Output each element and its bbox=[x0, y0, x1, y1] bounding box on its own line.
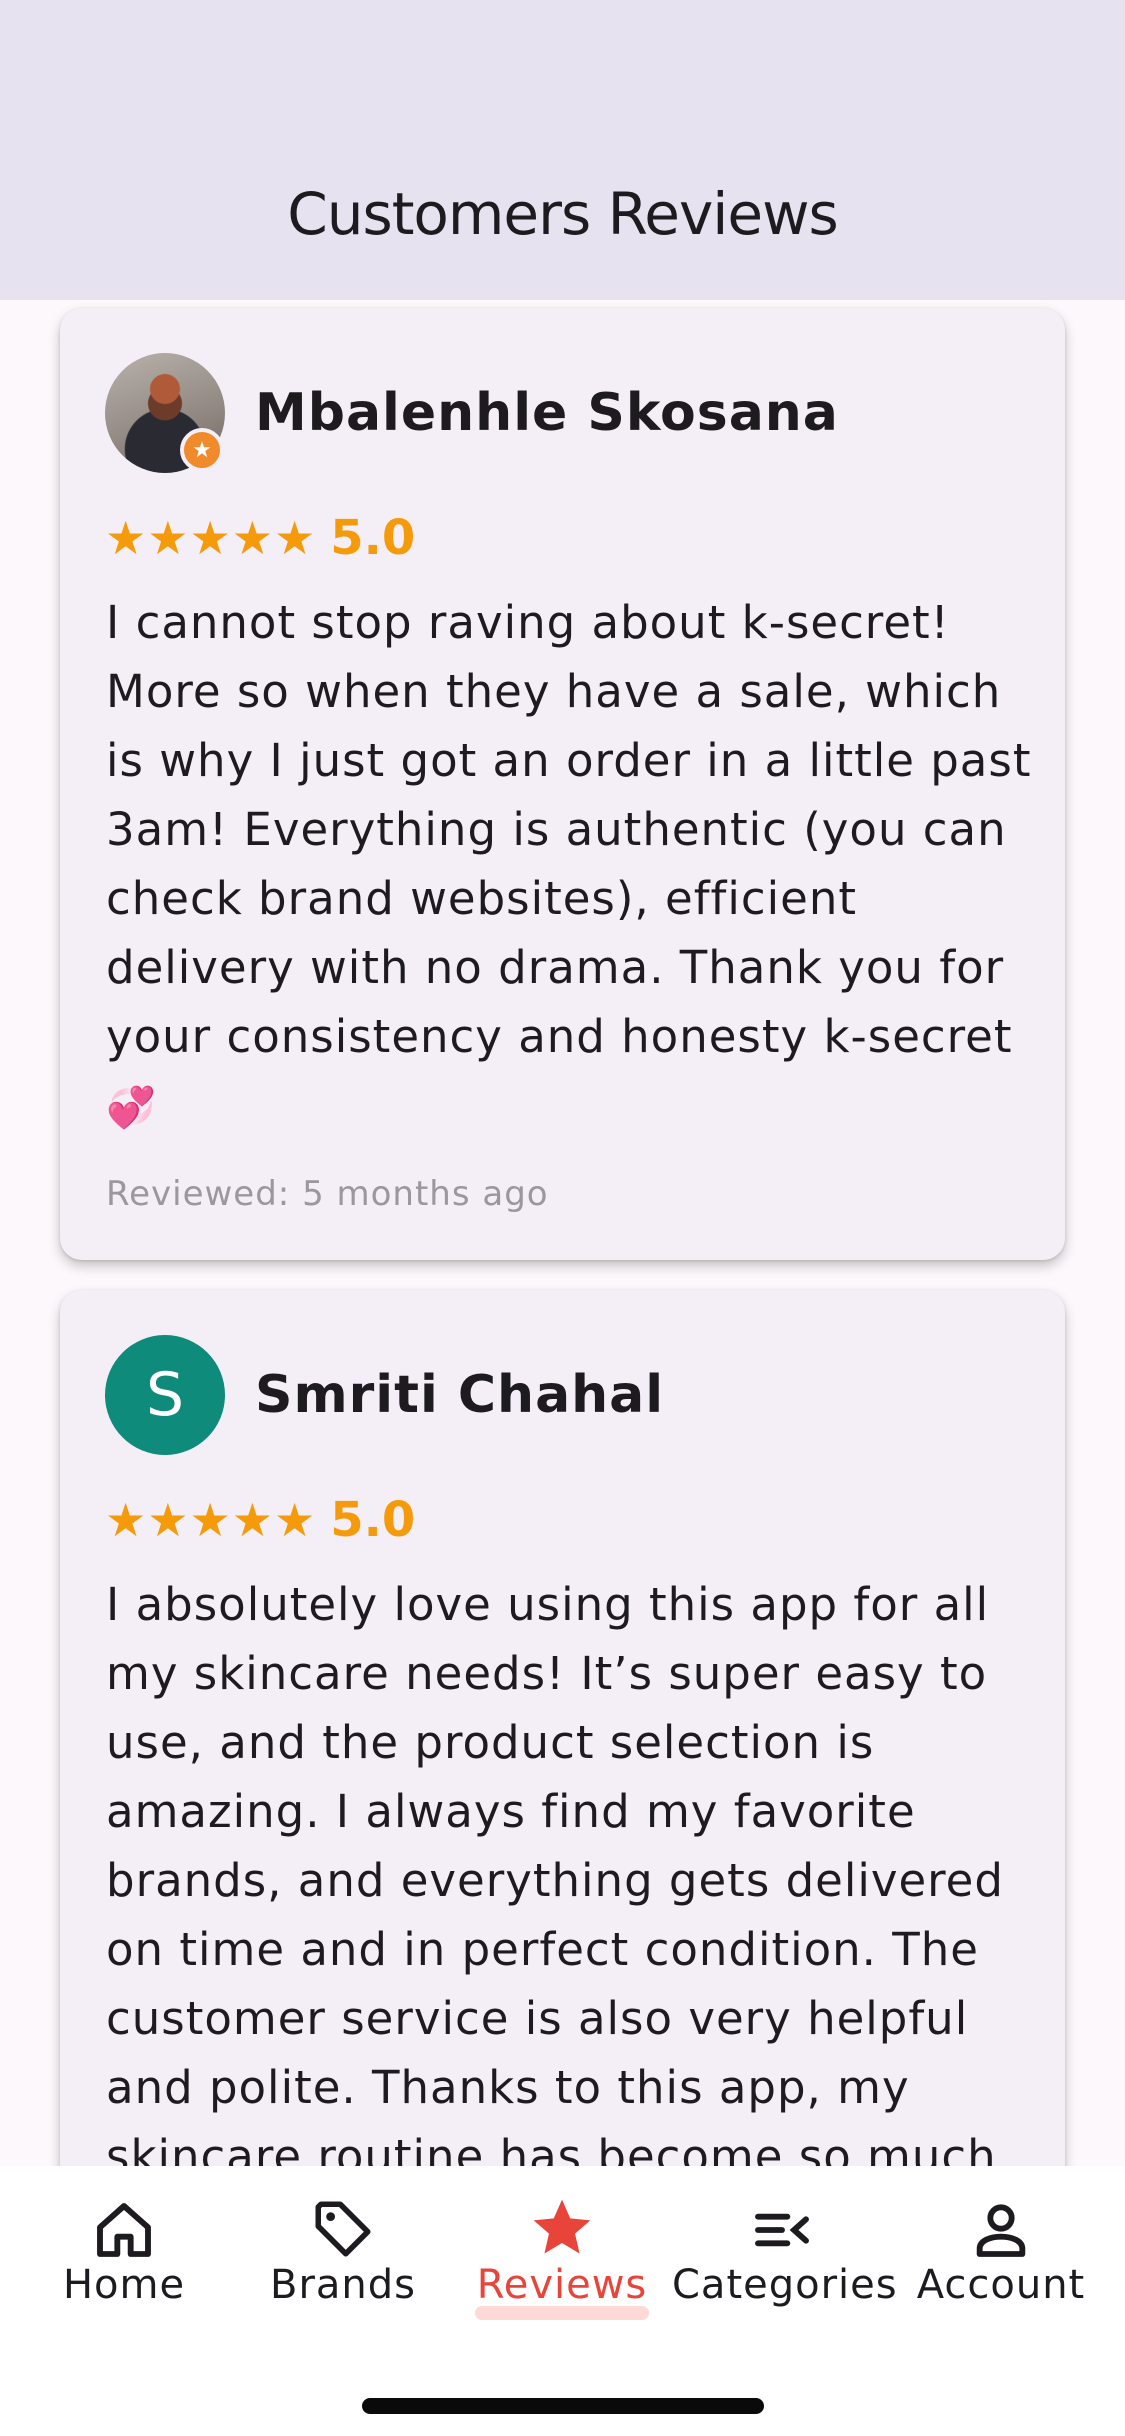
rating-value: 5.0 bbox=[330, 1492, 416, 1548]
review-date: Reviewed: 5 months ago bbox=[106, 1174, 549, 1214]
rating-value: 5.0 bbox=[330, 510, 416, 566]
review-text: I absolutely love using this app for all… bbox=[106, 1570, 1036, 2166]
app-bar: Customers Reviews bbox=[0, 0, 1125, 300]
home-indicator[interactable] bbox=[362, 2398, 764, 2414]
nav-label: Brands bbox=[270, 2262, 416, 2308]
nav-label: Categories bbox=[672, 2262, 898, 2308]
active-tab-indicator bbox=[475, 2306, 649, 2320]
tag-icon bbox=[233, 2186, 453, 2262]
person-icon bbox=[891, 2186, 1111, 2262]
home-icon bbox=[14, 2186, 234, 2262]
star-rating: ★★★★★ 5.0 bbox=[105, 1490, 415, 1550]
categories-icon bbox=[672, 2186, 892, 2262]
bottom-navigation: Home Brands Reviews Categories Account bbox=[0, 2166, 1125, 2436]
nav-item-categories[interactable]: Categories bbox=[672, 2186, 898, 2326]
hearts-emoji: 💞 bbox=[106, 1085, 157, 1131]
reviews-list[interactable]: ★ Mbalenhle Skosana ★★★★★ 5.0 I cannot s… bbox=[0, 300, 1125, 2166]
review-text: I cannot stop raving about k-secret! Mor… bbox=[106, 588, 1036, 1143]
review-body: I absolutely love using this app for all… bbox=[106, 1578, 1004, 2166]
nav-label: Home bbox=[62, 2262, 186, 2308]
reviewer-name: Mbalenhle Skosana bbox=[255, 383, 839, 443]
nav-label: Reviews bbox=[476, 2262, 648, 2308]
review-card: S Smriti Chahal ★★★★★ 5.0 I absolutely l… bbox=[60, 1290, 1065, 2166]
nav-label: Account bbox=[916, 2262, 1086, 2308]
nav-item-home[interactable]: Home bbox=[14, 2186, 234, 2326]
verified-badge-icon: ★ bbox=[180, 428, 224, 472]
page-title: Customers Reviews bbox=[287, 180, 839, 248]
nav-item-account[interactable]: Account bbox=[891, 2186, 1111, 2326]
nav-item-reviews[interactable]: Reviews bbox=[452, 2186, 672, 2326]
star-rating: ★★★★★ 5.0 bbox=[105, 508, 415, 568]
nav-item-brands[interactable]: Brands bbox=[233, 2186, 453, 2326]
review-body: I cannot stop raving about k-secret! Mor… bbox=[106, 596, 1032, 1063]
review-card: ★ Mbalenhle Skosana ★★★★★ 5.0 I cannot s… bbox=[60, 308, 1065, 1260]
avatar: S bbox=[105, 1335, 225, 1455]
star-icon bbox=[452, 2186, 672, 2262]
stars-icon: ★★★★★ bbox=[105, 1494, 317, 1546]
stars-icon: ★★★★★ bbox=[105, 512, 317, 564]
reviewer-name: Smriti Chahal bbox=[255, 1365, 665, 1425]
